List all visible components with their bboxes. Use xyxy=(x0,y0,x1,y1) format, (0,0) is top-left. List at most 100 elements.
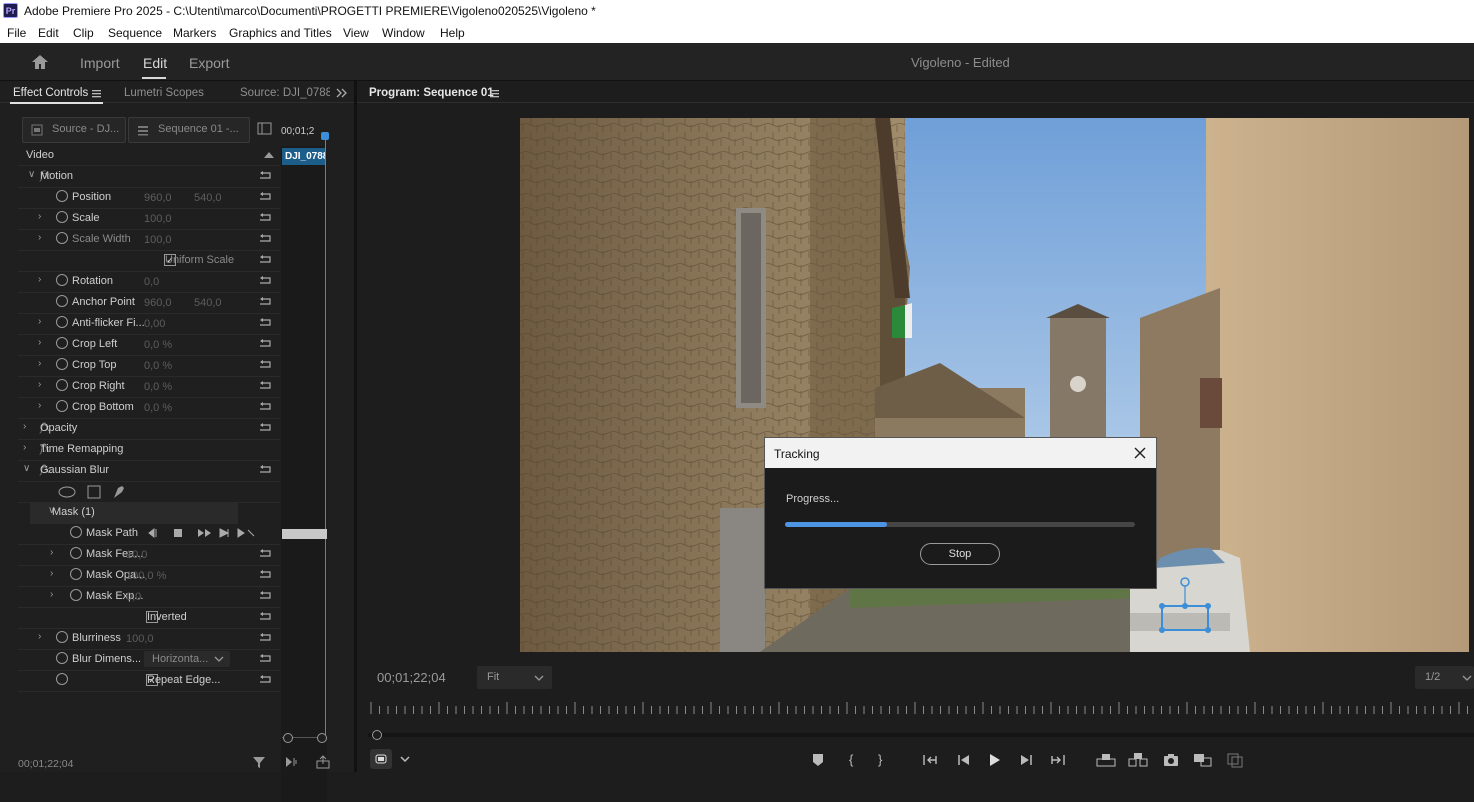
tab-effect-controls[interactable]: Effect Controls xyxy=(13,87,88,99)
effect-row-anti-flicker-fi[interactable]: › Anti-flicker Fi... 0,00 xyxy=(18,313,280,335)
stopwatch-icon[interactable] xyxy=(56,316,68,328)
reset-icon[interactable] xyxy=(258,422,272,432)
menu-graphics-and-titles[interactable]: Graphics and Titles xyxy=(229,26,332,40)
expand-right-icon[interactable]: › xyxy=(50,568,53,579)
menu-clip[interactable]: Clip xyxy=(73,26,94,40)
effect-value[interactable]: 0,0 % xyxy=(144,360,172,372)
mask-tracking-controls[interactable] xyxy=(148,527,258,540)
effect-row-mask-path[interactable]: Mask Path xyxy=(18,523,280,545)
go-to-in-icon[interactable] xyxy=(922,753,938,767)
stopwatch-icon[interactable] xyxy=(70,568,82,580)
step-back-icon[interactable] xyxy=(957,753,971,767)
effect-value-2[interactable]: 540,0 xyxy=(194,192,222,204)
effect-row-time-remapping[interactable]: › fx Time Remapping xyxy=(18,439,280,461)
program-scroll-track[interactable] xyxy=(368,733,1474,737)
reset-icon[interactable] xyxy=(258,632,272,642)
reset-icon[interactable] xyxy=(258,338,272,348)
expand-right-icon[interactable]: › xyxy=(50,547,53,558)
reset-icon[interactable] xyxy=(258,191,272,201)
stopwatch-icon[interactable] xyxy=(56,337,68,349)
mask-shape-tools[interactable] xyxy=(56,485,176,499)
effect-row-inverted[interactable]: Inverted xyxy=(18,607,280,629)
stopwatch-icon[interactable] xyxy=(56,400,68,412)
play-icon[interactable] xyxy=(988,753,1002,767)
program-scroll-handle[interactable] xyxy=(372,730,382,740)
close-icon[interactable] xyxy=(1134,447,1146,459)
tab-program-sequence[interactable]: Program: Sequence 01 xyxy=(369,87,494,99)
expand-right-icon[interactable]: › xyxy=(38,379,41,390)
timeline-zoom-scrollbar[interactable] xyxy=(282,732,328,744)
expand-right-icon[interactable]: › xyxy=(38,337,41,348)
stop-button[interactable]: Stop xyxy=(920,543,1000,565)
toggle-timeline-view-icon[interactable] xyxy=(257,122,273,136)
stopwatch-icon[interactable] xyxy=(70,547,82,559)
effect-row-scale[interactable]: › Scale 100,0 xyxy=(18,208,280,230)
sequence-dropdown[interactable]: Sequence 01 -... xyxy=(128,117,250,143)
effect-row-motion[interactable]: ∨ fx Motion xyxy=(18,166,280,188)
extract-icon[interactable] xyxy=(1128,752,1148,768)
effect-row-rotation[interactable]: › Rotation 0,0 xyxy=(18,271,280,293)
expand-right-icon[interactable]: › xyxy=(38,232,41,243)
effect-value[interactable]: 100,0 xyxy=(126,633,154,645)
effect-row-mask-opa[interactable]: › Mask Opa... 100,0 % xyxy=(18,565,280,587)
stopwatch-icon[interactable] xyxy=(56,274,68,286)
effect-row-mask-exp[interactable]: › Mask Exp... 0,0 xyxy=(18,586,280,608)
effect-value[interactable]: 0,0 % xyxy=(144,402,172,414)
comparison-view-icon[interactable] xyxy=(1193,752,1213,768)
expand-down-icon[interactable]: ∨ xyxy=(23,463,30,474)
add-marker-icon[interactable] xyxy=(812,753,824,767)
effect-value[interactable]: 0,0 % xyxy=(144,381,172,393)
stopwatch-icon[interactable] xyxy=(56,652,68,664)
menu-sequence[interactable]: Sequence xyxy=(108,26,162,40)
tab-source[interactable]: Source: DJI_0788.f xyxy=(240,87,330,99)
effect-value[interactable]: 100,0 xyxy=(144,213,172,225)
playhead-line[interactable] xyxy=(325,136,326,741)
home-icon[interactable] xyxy=(30,53,50,71)
reset-icon[interactable] xyxy=(258,212,272,222)
stopwatch-icon[interactable] xyxy=(56,232,68,244)
lift-icon[interactable] xyxy=(1096,752,1116,768)
effect-row-anchor-point[interactable]: Anchor Point 960,0 540,0 xyxy=(18,292,280,314)
effect-value-2[interactable]: 540,0 xyxy=(194,297,222,309)
reset-icon[interactable] xyxy=(258,296,272,306)
program-timecode[interactable]: 00;01;22;04 xyxy=(377,670,446,685)
effect-row-gaussian-blur[interactable]: ∨ fx Gaussian Blur xyxy=(18,460,280,482)
effect-value[interactable]: 0,0 % xyxy=(144,339,172,351)
panel-menu-icon[interactable] xyxy=(92,90,102,98)
effect-value[interactable]: 0,00 xyxy=(144,318,165,330)
proxy-toggle-icon[interactable] xyxy=(1226,752,1244,768)
program-panel-menu-icon[interactable] xyxy=(490,90,500,98)
effect-row-scale-width[interactable]: › Scale Width 100,0 xyxy=(18,229,280,251)
nav-import[interactable]: Import xyxy=(80,55,120,71)
expand-right-icon[interactable]: › xyxy=(38,358,41,369)
effect-row-uniform-scale[interactable]: ✓ Uniform Scale xyxy=(18,250,280,272)
effect-row-crop-bottom[interactable]: › Crop Bottom 0,0 % xyxy=(18,397,280,419)
fit-dropdown[interactable]: Fit xyxy=(477,666,552,689)
menu-file[interactable]: File xyxy=(7,26,26,40)
stopwatch-icon[interactable] xyxy=(56,295,68,307)
menu-window[interactable]: Window xyxy=(382,26,425,40)
effect-row-position[interactable]: Position 960,0 540,0 xyxy=(18,187,280,209)
effect-value[interactable]: 10,0 xyxy=(126,549,147,561)
expand-right-icon[interactable]: › xyxy=(38,400,41,411)
effect-value[interactable]: 0,0 xyxy=(144,276,159,288)
tab-lumetri-scopes[interactable]: Lumetri Scopes xyxy=(124,87,204,99)
settings-chevron-down-icon[interactable] xyxy=(400,756,410,762)
play-audio-icon[interactable] xyxy=(284,755,300,769)
reset-icon[interactable] xyxy=(258,233,272,243)
reset-icon[interactable] xyxy=(258,317,272,327)
source-dropdown[interactable]: Source - DJ... xyxy=(22,117,126,143)
camera-icon[interactable] xyxy=(1163,753,1179,767)
mask-path-keyframe-bar[interactable] xyxy=(282,529,327,539)
expand-right-icon[interactable]: › xyxy=(23,421,26,432)
reset-icon[interactable] xyxy=(258,548,272,558)
expand-right-icon[interactable]: › xyxy=(38,631,41,642)
clip-label[interactable]: DJI_0788 xyxy=(282,148,326,165)
export-frame-icon[interactable] xyxy=(316,755,330,769)
reset-icon[interactable] xyxy=(258,611,272,621)
expand-right-icon[interactable]: › xyxy=(50,589,53,600)
more-panels-icon[interactable] xyxy=(336,88,348,98)
playhead-handle[interactable] xyxy=(321,132,329,140)
effect-value[interactable]: 960,0 xyxy=(144,192,172,204)
expand-right-icon[interactable]: › xyxy=(38,316,41,327)
